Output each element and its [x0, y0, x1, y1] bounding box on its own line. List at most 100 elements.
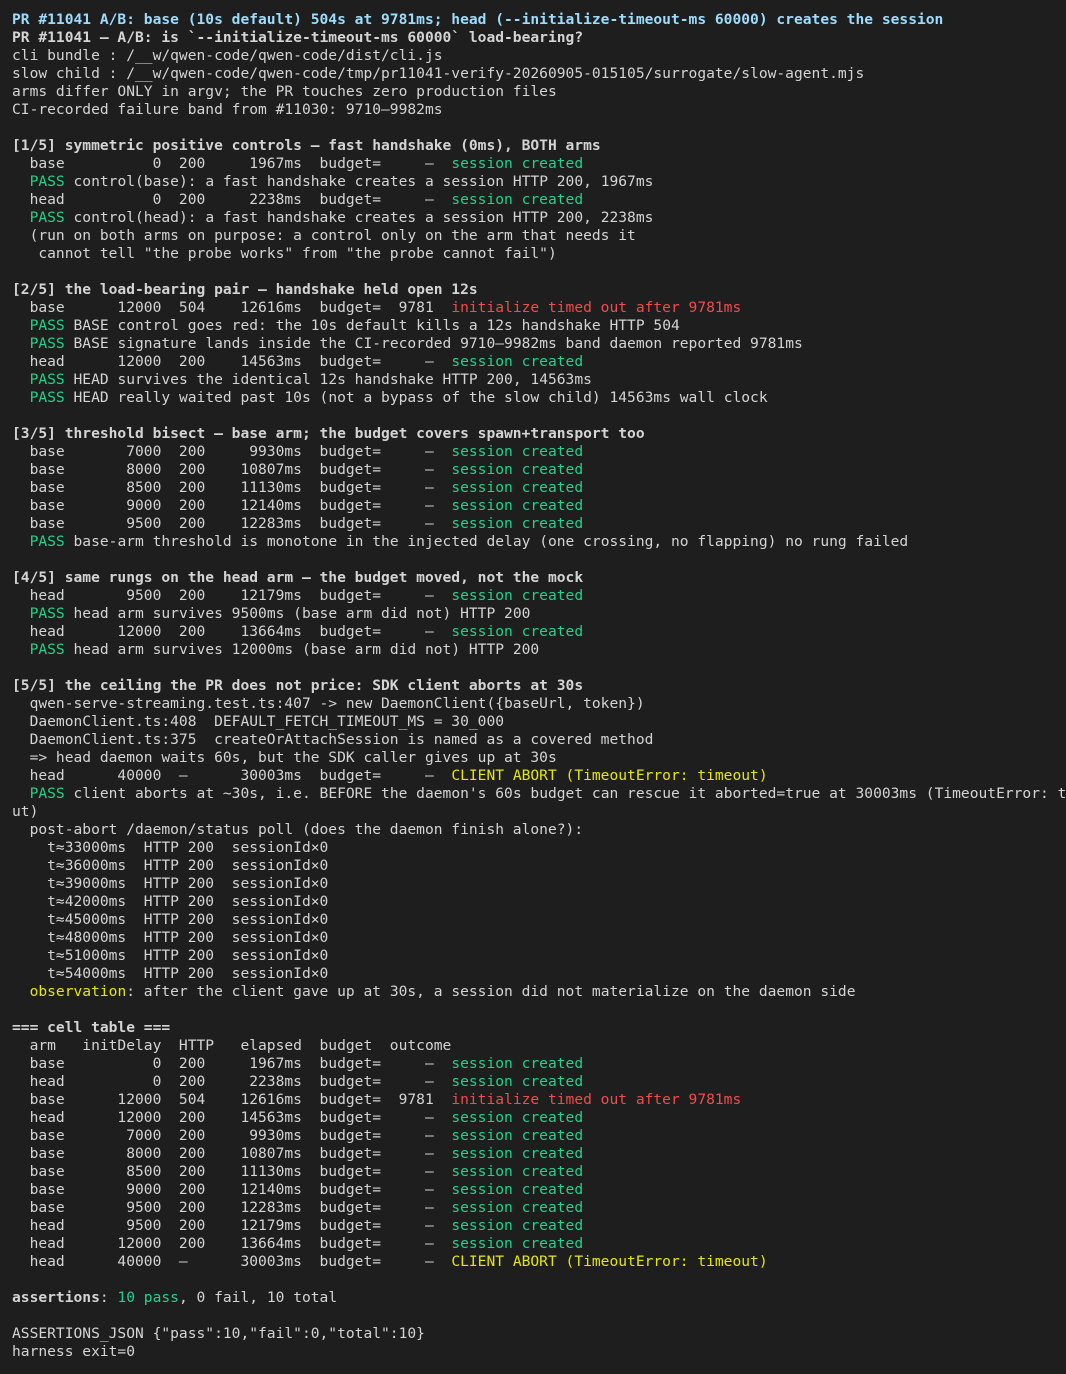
text-ok: session created: [451, 1055, 584, 1072]
terminal-line: cannot tell "the probe works" from "the …: [12, 245, 1054, 263]
terminal-line: === cell table ===: [12, 1019, 1054, 1037]
text-segment: head arm survives 9500ms (base arm did n…: [64, 605, 531, 622]
text-b: assertions: [12, 1289, 100, 1306]
text-segment: head 9500 200 12179ms budget= –: [12, 587, 452, 604]
terminal-line: head 12000 200 14563ms budget= – session…: [12, 1109, 1054, 1127]
terminal-line: (run on both arms on purpose: a control …: [12, 227, 1054, 245]
text-pass: PASS: [29, 389, 65, 406]
text-segment: t≈54000ms HTTP 200 sessionId×0: [12, 965, 329, 982]
text-segment: head 0 200 2238ms budget= –: [12, 1073, 452, 1090]
terminal-line: [3/5] threshold bisect — base arm; the b…: [12, 425, 1054, 443]
text-segment: cli bundle : /__w/qwen-code/qwen-code/di…: [12, 47, 443, 64]
text-segment: DaemonClient.ts:408 DEFAULT_FETCH_TIMEOU…: [12, 713, 505, 730]
terminal-line: ut): [12, 803, 1054, 821]
terminal-line: base 9500 200 12283ms budget= – session …: [12, 1199, 1054, 1217]
text-segment: base 8000 200 10807ms budget= –: [12, 1145, 452, 1162]
text-segment: BASE signature lands inside the CI-recor…: [64, 335, 803, 352]
terminal-line: base 12000 504 12616ms budget= 9781 init…: [12, 299, 1054, 317]
terminal-line: head 12000 200 13664ms budget= – session…: [12, 1235, 1054, 1253]
text-segment: ASSERTIONS_JSON {"pass":10,"fail":0,"tot…: [12, 1325, 425, 1342]
text-ok: session created: [451, 443, 584, 460]
text-segment: [12, 605, 30, 622]
text-segment: head 12000 200 13664ms budget= –: [12, 623, 452, 640]
text-ok: session created: [451, 155, 584, 172]
text-segment: base 12000 504 12616ms budget= 9781: [12, 1091, 452, 1108]
text-ok: session created: [451, 461, 584, 478]
terminal-line: t≈39000ms HTTP 200 sessionId×0: [12, 875, 1054, 893]
text-segment: base 9000 200 12140ms budget= –: [12, 1181, 452, 1198]
terminal-line: PASS control(head): a fast handshake cre…: [12, 209, 1054, 227]
text-segment: HEAD survives the identical 12s handshak…: [64, 371, 592, 388]
text-segment: [12, 641, 30, 658]
terminal-line: t≈51000ms HTTP 200 sessionId×0: [12, 947, 1054, 965]
terminal-line: arm initDelay HTTP elapsed budget outcom…: [12, 1037, 1054, 1055]
text-segment: cannot tell "the probe works" from "the …: [12, 245, 557, 262]
text-segment: base 7000 200 9930ms budget= –: [12, 1127, 452, 1144]
text-segment: t≈36000ms HTTP 200 sessionId×0: [12, 857, 329, 874]
text-ok: session created: [451, 1217, 584, 1234]
text-pass: PASS: [29, 173, 65, 190]
text-segment: [12, 317, 30, 334]
terminal-line: harness exit=0: [12, 1343, 1054, 1361]
text-ok: session created: [451, 1181, 584, 1198]
text-ok: session created: [451, 497, 584, 514]
text-segment: t≈33000ms HTTP 200 sessionId×0: [12, 839, 329, 856]
text-segment: : after the client gave up at 30s, a ses…: [126, 983, 856, 1000]
terminal-line: base 0 200 1967ms budget= – session crea…: [12, 1055, 1054, 1073]
text-ok: session created: [451, 515, 584, 532]
terminal-line: head 0 200 2238ms budget= – session crea…: [12, 191, 1054, 209]
text-b: PR #11041 — A/B: is `--initialize-timeou…: [12, 29, 584, 46]
terminal-line: PR #11041 — A/B: is `--initialize-timeou…: [12, 29, 1054, 47]
terminal-line: base 0 200 1967ms budget= – session crea…: [12, 155, 1054, 173]
text-segment: [12, 533, 30, 550]
text-segment: head 12000 200 14563ms budget= –: [12, 353, 452, 370]
text-segment: control(base): a fast handshake creates …: [64, 173, 654, 190]
text-pass: PASS: [29, 533, 65, 550]
text-segment: base 8500 200 11130ms budget= –: [12, 479, 452, 496]
terminal-line: head 9500 200 12179ms budget= – session …: [12, 1217, 1054, 1235]
text-segment: head 40000 – 30003ms budget= –: [12, 767, 452, 784]
text-ok: session created: [451, 479, 584, 496]
text-segment: t≈51000ms HTTP 200 sessionId×0: [12, 947, 329, 964]
text-ok: 10 pass: [117, 1289, 179, 1306]
text-segment: DaemonClient.ts:375 createOrAttachSessio…: [12, 731, 654, 748]
terminal-line: [2/5] the load-bearing pair — handshake …: [12, 281, 1054, 299]
terminal-line: observation: after the client gave up at…: [12, 983, 1054, 1001]
text-ok: session created: [451, 623, 584, 640]
terminal-line: post-abort /daemon/status poll (does the…: [12, 821, 1054, 839]
text-segment: head arm survives 12000ms (base arm did …: [64, 641, 540, 658]
terminal-line: t≈45000ms HTTP 200 sessionId×0: [12, 911, 1054, 929]
terminal-line: PASS BASE control goes red: the 10s defa…: [12, 317, 1054, 335]
terminal-line: PASS control(base): a fast handshake cre…: [12, 173, 1054, 191]
terminal-line: arms differ ONLY in argv; the PR touches…: [12, 83, 1054, 101]
text-pass: PASS: [29, 209, 65, 226]
text-ok: session created: [451, 1109, 584, 1126]
text-pass: PASS: [29, 641, 65, 658]
text-warn: CLIENT ABORT (TimeoutError: timeout): [451, 767, 768, 784]
text-segment: [12, 785, 30, 802]
terminal-line: base 9000 200 12140ms budget= – session …: [12, 1181, 1054, 1199]
text-segment: base 8000 200 10807ms budget= –: [12, 461, 452, 478]
terminal-output[interactable]: PR #11041 A/B: base (10s default) 504s a…: [0, 0, 1066, 1374]
text-title: PR #11041 A/B: base (10s default) 504s a…: [12, 11, 944, 28]
terminal-line: base 8000 200 10807ms budget= – session …: [12, 1145, 1054, 1163]
terminal-line: head 40000 – 30003ms budget= – CLIENT AB…: [12, 1253, 1054, 1271]
text-b: [4/5] same rungs on the head arm — the b…: [12, 569, 584, 586]
terminal-line: PASS client aborts at ~30s, i.e. BEFORE …: [12, 785, 1066, 803]
terminal-line: PASS HEAD survives the identical 12s han…: [12, 371, 1054, 389]
text-segment: control(head): a fast handshake creates …: [64, 209, 654, 226]
terminal-line: base 8000 200 10807ms budget= – session …: [12, 461, 1054, 479]
text-segment: head 12000 200 13664ms budget= –: [12, 1235, 452, 1252]
text-segment: t≈48000ms HTTP 200 sessionId×0: [12, 929, 329, 946]
text-segment: t≈45000ms HTTP 200 sessionId×0: [12, 911, 329, 928]
terminal-line: t≈33000ms HTTP 200 sessionId×0: [12, 839, 1054, 857]
text-segment: client aborts at ~30s, i.e. BEFORE the d…: [64, 785, 1066, 802]
text-segment: [12, 335, 30, 352]
text-segment: t≈39000ms HTTP 200 sessionId×0: [12, 875, 329, 892]
terminal-line: PASS base-arm threshold is monotone in t…: [12, 533, 1054, 551]
terminal-line: base 9000 200 12140ms budget= – session …: [12, 497, 1054, 515]
terminal-line: [4/5] same rungs on the head arm — the b…: [12, 569, 1054, 587]
